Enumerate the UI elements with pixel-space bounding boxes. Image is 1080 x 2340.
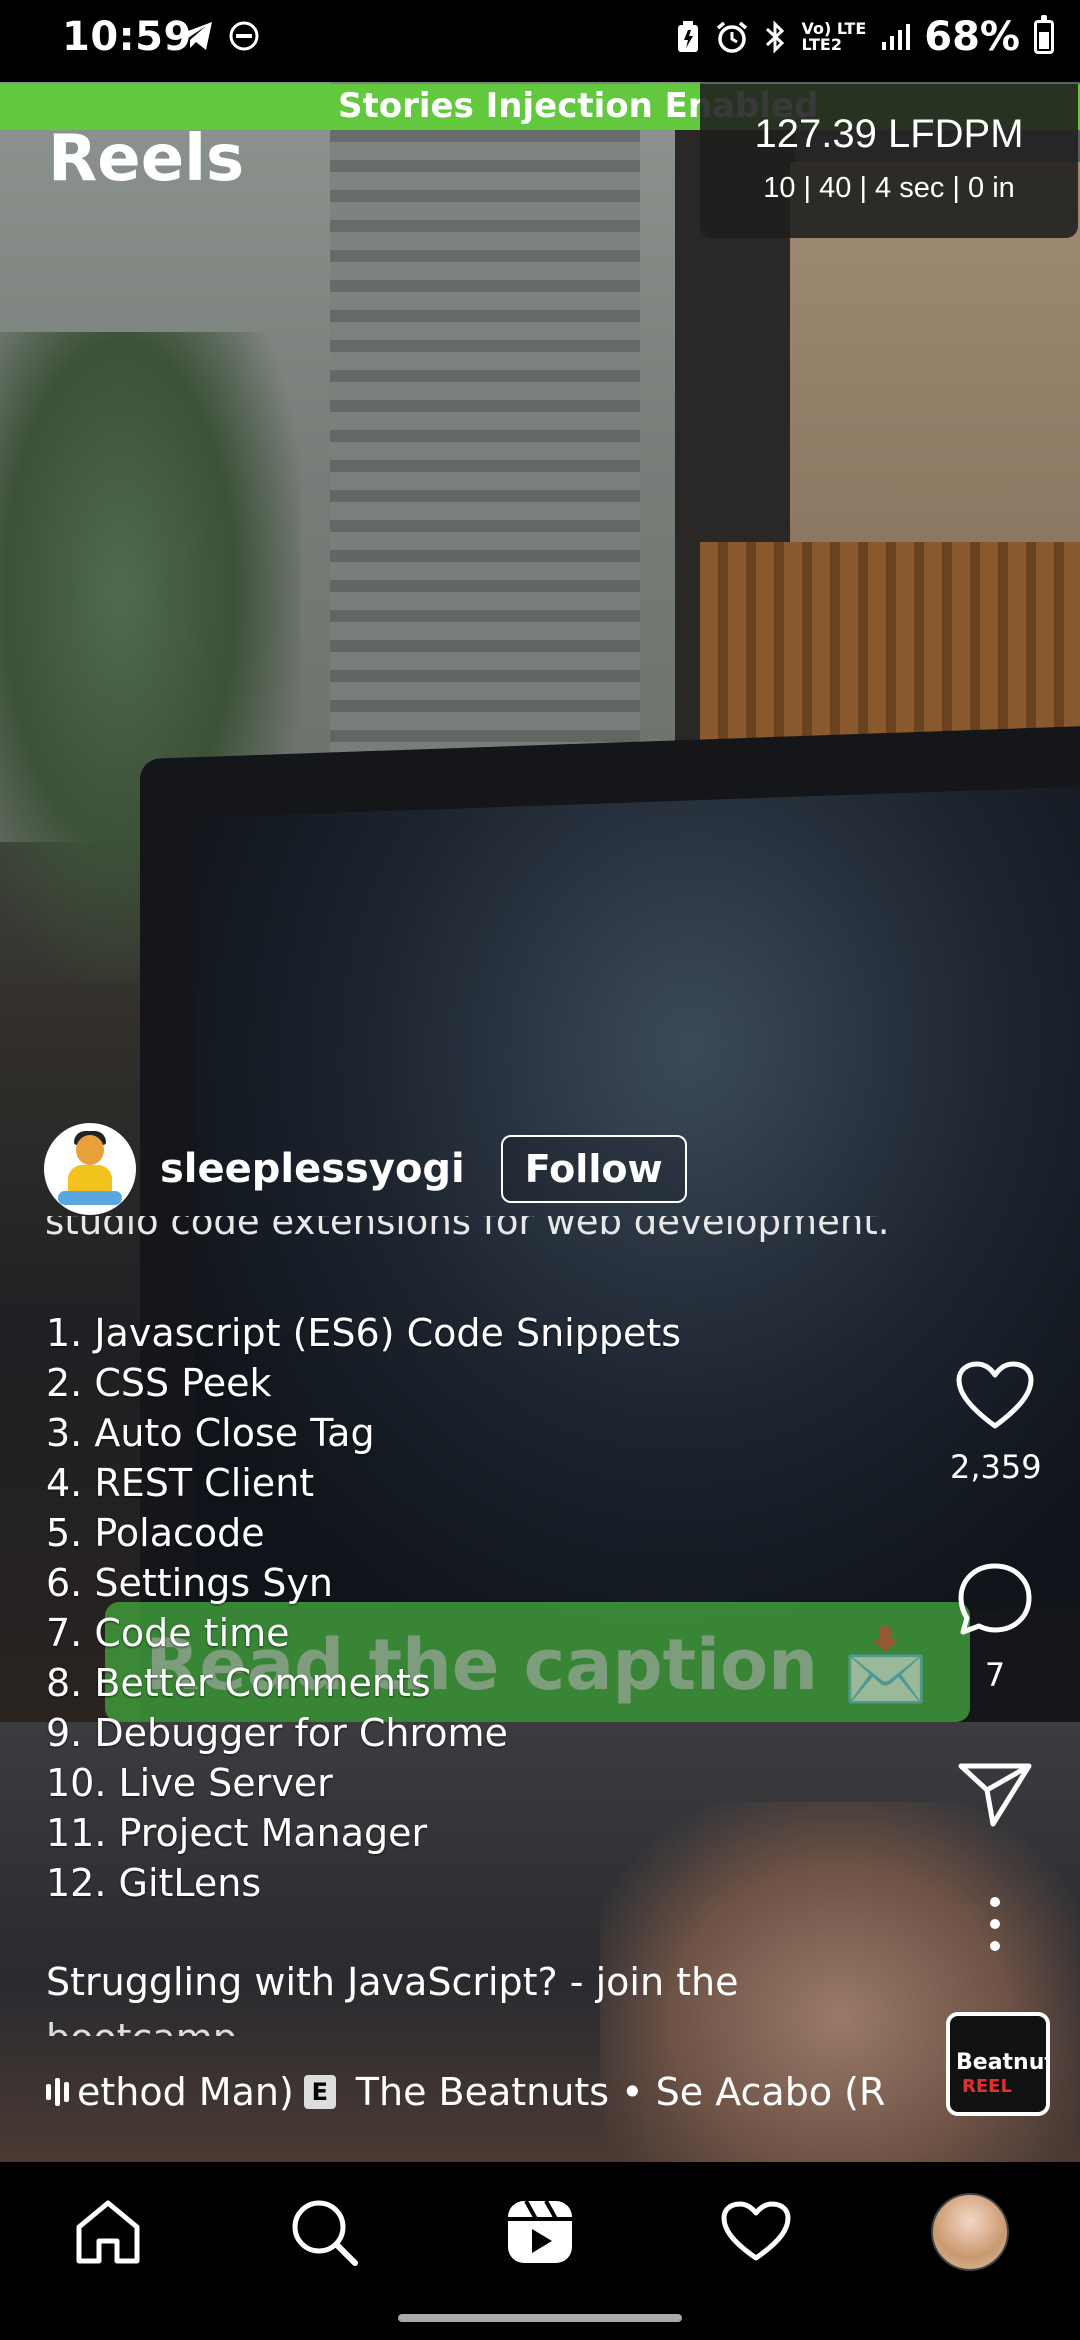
list-item: 4. REST Client <box>46 1461 315 1505</box>
comment-action[interactable]: 7 <box>950 1560 1040 1694</box>
page-title: Reels <box>48 122 245 196</box>
status-bar: 10:59 Vo) LTE LTE2 68% <box>0 0 1080 82</box>
reels-icon[interactable] <box>506 2199 574 2265</box>
heart-icon[interactable] <box>720 2200 792 2264</box>
music-artist: ethod Man) <box>77 2070 294 2114</box>
caption-partial-line[interactable]: studio code extensions for web developme… <box>45 1216 945 1254</box>
author-avatar[interactable] <box>44 1123 136 1215</box>
share-action[interactable] <box>950 1760 1040 1834</box>
like-count: 2,359 <box>950 1448 1042 1486</box>
nav-profile[interactable] <box>930 2192 1010 2272</box>
signal-icon <box>882 24 911 50</box>
search-icon[interactable] <box>289 2197 359 2267</box>
nav-activity[interactable] <box>716 2192 796 2272</box>
heart-icon[interactable] <box>955 1360 1035 1432</box>
author-row: sleeplessyogi Follow <box>44 1122 687 1216</box>
comment-icon[interactable] <box>955 1560 1035 1640</box>
perf-main: 127.39 LFDPM <box>754 112 1024 156</box>
list-item: 2. CSS Peek <box>46 1361 272 1405</box>
list-item: 12. GitLens <box>46 1861 262 1905</box>
follow-button[interactable]: Follow <box>500 1135 687 1203</box>
caption-cta[interactable]: Struggling with JavaScript? - join the <box>46 1960 738 2004</box>
alarm-icon <box>717 21 748 53</box>
telegram-icon <box>180 22 212 50</box>
nav-home[interactable] <box>68 2192 148 2272</box>
profile-avatar[interactable] <box>931 2193 1009 2271</box>
battery-saver-icon <box>678 21 699 52</box>
list-item: 6. Settings Syn <box>46 1561 333 1605</box>
list-item: 7. Code time <box>46 1611 290 1655</box>
list-item: 11. Project Manager <box>46 1811 428 1855</box>
list-item: 3. Auto Close Tag <box>46 1411 375 1455</box>
list-item: 1. Javascript (ES6) Code Snippets <box>46 1311 682 1355</box>
perf-sub: 10 | 40 | 4 sec | 0 in <box>763 172 1015 204</box>
like-action[interactable]: 2,359 <box>950 1360 1042 1486</box>
nav-reels[interactable] <box>500 2192 580 2272</box>
nav-search[interactable] <box>284 2192 364 2272</box>
bluetooth-icon <box>766 20 785 54</box>
audio-bars-icon <box>46 2078 69 2106</box>
album-art[interactable]: Beatnuts REEL <box>946 2012 1050 2116</box>
list-item: 10. Live Server <box>46 1761 333 1805</box>
explicit-badge: E <box>303 2075 336 2109</box>
home-indicator[interactable] <box>398 2314 682 2322</box>
battery-icon <box>1034 15 1054 54</box>
comment-count: 7 <box>984 1656 1006 1694</box>
send-icon[interactable] <box>955 1760 1035 1830</box>
bottom-nav <box>0 2162 1080 2302</box>
battery-percent: 68% <box>924 14 1020 60</box>
more-action[interactable] <box>950 1894 1040 1958</box>
dnd-icon <box>229 21 259 51</box>
status-time: 10:59 <box>62 14 192 60</box>
caption-list[interactable]: 1. Javascript (ES6) Code Snippets 2. CSS… <box>46 1308 681 1908</box>
author-username[interactable]: sleeplessyogi <box>160 1146 465 1192</box>
music-row[interactable]: ethod Man) E The Beatnuts • Se Acabo (R <box>46 2060 906 2124</box>
home-icon[interactable] <box>73 2199 143 2265</box>
list-item: 8. Better Comments <box>46 1661 431 1705</box>
list-item: 5. Polacode <box>46 1511 265 1555</box>
list-item: 9. Debugger for Chrome <box>46 1711 508 1755</box>
music-track: The Beatnuts • Se Acabo (R <box>355 2070 886 2114</box>
perf-overlay: 127.39 LFDPM 10 | 40 | 4 sec | 0 in <box>700 84 1078 238</box>
caption-cut-line: bootcamp <box>46 2016 246 2036</box>
network-type: Vo) LTE LTE2 <box>801 19 867 54</box>
more-icon[interactable] <box>985 1894 1005 1954</box>
